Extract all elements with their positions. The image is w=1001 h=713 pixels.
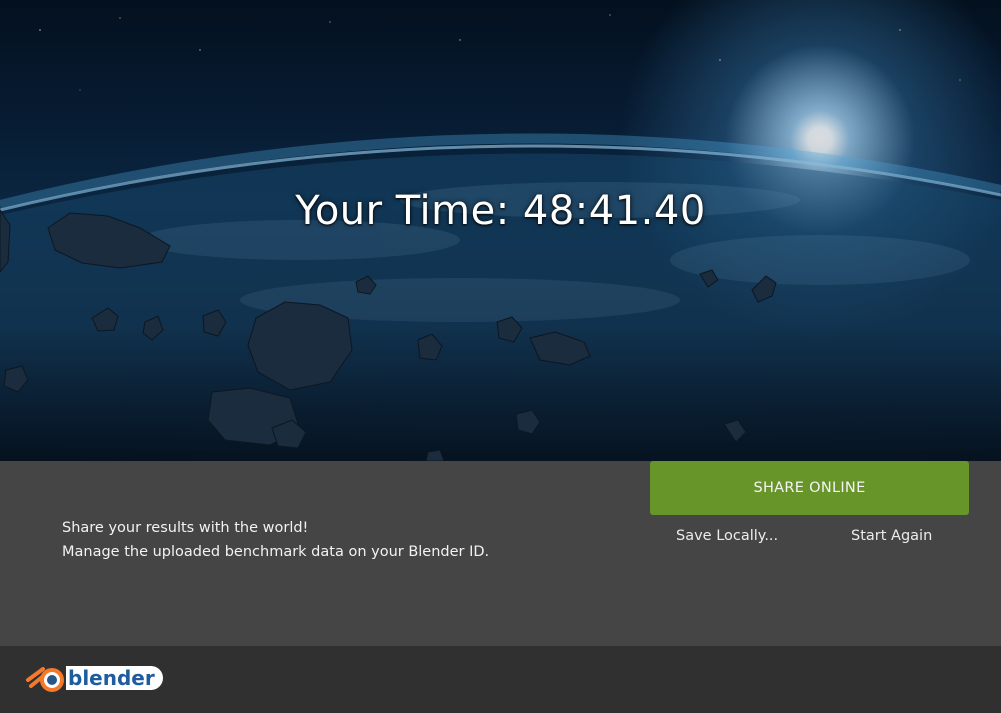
share-message: Share your results with the world!	[62, 520, 309, 536]
save-locally-button[interactable]: Save Locally...	[676, 528, 778, 544]
blender-logo-text: blender	[66, 666, 163, 690]
manage-data-message: Manage the uploaded benchmark data on yo…	[62, 544, 490, 560]
start-again-button[interactable]: Start Again	[851, 528, 932, 544]
blender-logo-icon	[26, 667, 64, 692]
share-online-button[interactable]: SHARE ONLINE	[650, 461, 969, 515]
hero-banner: Your Time: 48:41.40	[0, 0, 1001, 461]
results-panel: Share your results with the world! Manag…	[0, 461, 1001, 646]
benchmark-time: Your Time: 48:41.40	[295, 188, 706, 234]
footer-bar: blender	[0, 646, 1001, 713]
